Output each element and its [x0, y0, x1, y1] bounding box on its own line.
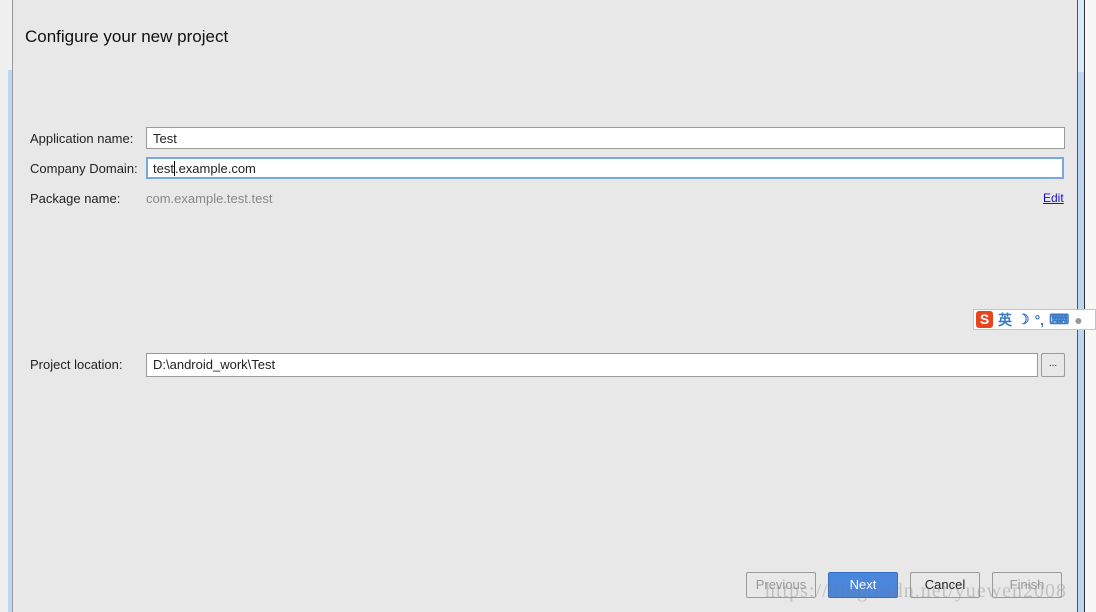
ime-toolbar[interactable]: S 英 ☽ °, ⌨ ● [973, 309, 1096, 330]
finish-button[interactable]: Finish [992, 572, 1062, 598]
left-window-edge [0, 0, 13, 612]
application-name-input[interactable]: Test [146, 127, 1065, 149]
user-icon[interactable]: ● [1074, 312, 1082, 328]
package-name-label: Package name: [30, 191, 121, 206]
browse-button[interactable]: ... [1041, 353, 1065, 377]
right-window-edge [1077, 0, 1096, 612]
keyboard-icon[interactable]: ⌨ [1049, 311, 1069, 328]
previous-button[interactable]: Previous [746, 572, 816, 598]
application-name-label: Application name: [30, 131, 134, 146]
moon-icon[interactable]: ☽ [1017, 311, 1030, 328]
company-domain-text-after: .example.com [174, 161, 256, 176]
ime-mode-toggle[interactable]: 英 [998, 310, 1012, 330]
company-domain-input[interactable]: test.example.com [146, 157, 1064, 179]
company-domain-label: Company Domain: [30, 161, 138, 176]
page-title: Configure your new project [25, 27, 229, 46]
sogou-logo-icon[interactable]: S [976, 311, 993, 328]
punctuation-toggle[interactable]: °, [1035, 312, 1045, 328]
edit-package-link[interactable]: Edit [1043, 191, 1064, 205]
project-location-label: Project location: [30, 357, 123, 372]
package-name-value: com.example.test.test [146, 191, 273, 206]
next-button[interactable]: Next [828, 572, 898, 598]
project-location-input[interactable]: D:\android_work\Test [146, 353, 1038, 377]
company-domain-text-before: test [153, 161, 174, 176]
cancel-button[interactable]: Cancel [910, 572, 980, 598]
